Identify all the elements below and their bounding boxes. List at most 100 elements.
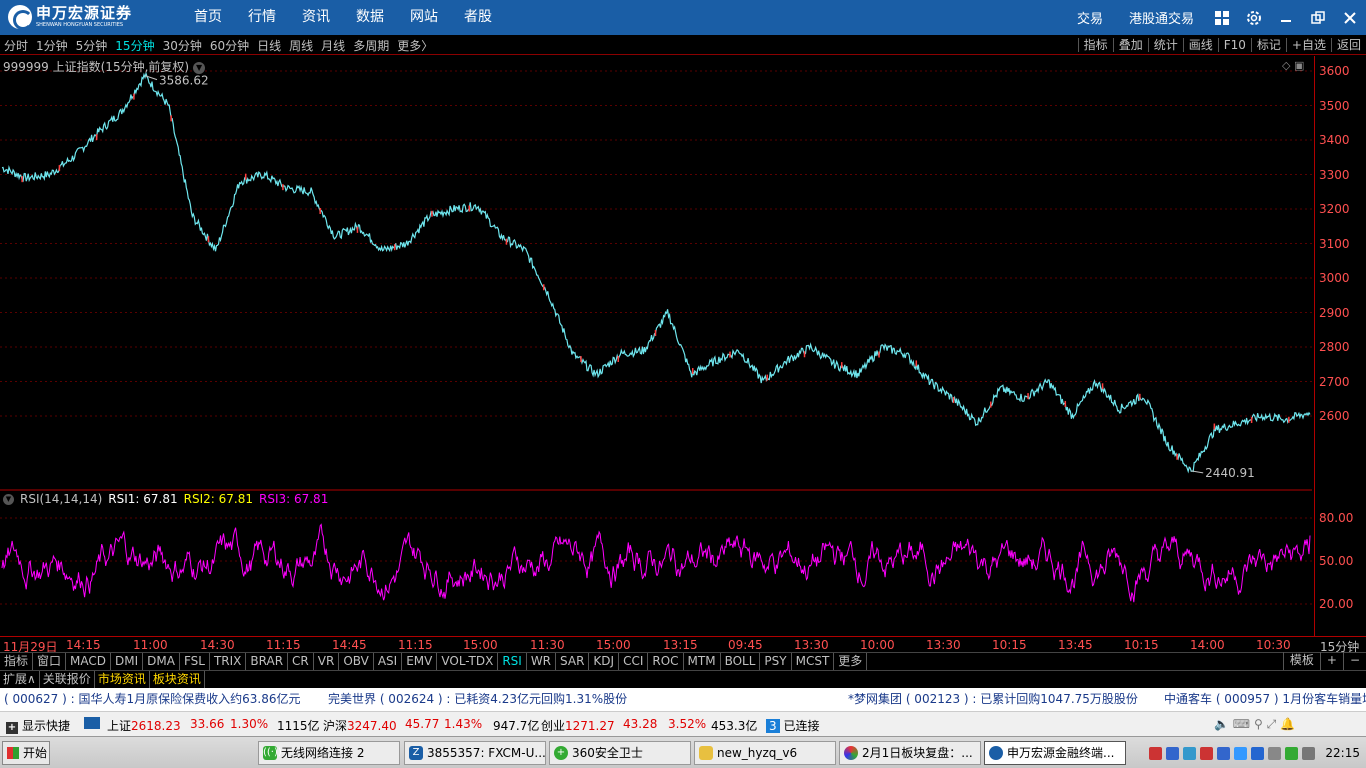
period-tab[interactable]: 周线 — [289, 37, 313, 54]
minimize-icon[interactable] — [1270, 0, 1302, 35]
toolbar-button[interactable]: 指标 — [1077, 38, 1113, 52]
news-item[interactable]: 中通客车 ( 000957 ) 1月份客车销量增 — [1164, 688, 1366, 711]
taskbar-item-terminal[interactable]: 申万宏源金融终端... — [984, 741, 1126, 765]
toolbar-button[interactable]: 画线 — [1182, 38, 1218, 52]
info-tab[interactable]: 关联报价 — [40, 671, 95, 688]
indicator-tab[interactable]: KDJ — [589, 653, 620, 670]
restore-icon[interactable] — [1302, 0, 1334, 35]
hk-trade-link[interactable]: 港股通交易 — [1129, 8, 1194, 27]
price-chart[interactable]: 3586.62 2440.91 999999 上证指数(15分钟,前复权) ▼ ◇ … — [0, 56, 1366, 605]
indicator-tab[interactable]: BRAR — [246, 653, 289, 670]
nav-stocks[interactable]: 者股 — [464, 0, 492, 35]
toolbar-button[interactable]: 返回 — [1330, 38, 1366, 52]
news-item[interactable]: *梦网集团 ( 002123 ) : 已累计回购1047.75万股股份 — [848, 688, 1138, 711]
close-icon[interactable] — [1334, 0, 1366, 35]
shortcut-toggle[interactable]: + 显示快捷 — [6, 717, 70, 734]
indicator-tab[interactable]: PSY — [760, 653, 792, 670]
period-tab[interactable]: 30分钟 — [163, 37, 202, 54]
info-tab[interactable]: 板块资讯 — [150, 671, 205, 688]
taskbar-item-360[interactable]: +360安全卫士 — [549, 741, 691, 765]
period-tab[interactable]: 日线 — [257, 37, 281, 54]
indicator-tab[interactable]: MACD — [66, 653, 112, 670]
news-item[interactable]: 完美世界 ( 002624 ) : 已耗资4.23亿元回购1.31%股份 — [328, 688, 627, 711]
diamond-icon[interactable]: ◇ — [1282, 59, 1290, 72]
toolbar-button[interactable]: 统计 — [1147, 38, 1183, 52]
indicator-tab[interactable]: VOL-TDX — [437, 653, 499, 670]
nav-quotes[interactable]: 行情 — [248, 0, 276, 35]
toolbar-button[interactable]: 标记 — [1250, 38, 1286, 52]
period-tab[interactable]: 多周期 — [353, 37, 389, 54]
window-icon[interactable]: ▣ — [1294, 59, 1304, 72]
tray-icon[interactable] — [1183, 746, 1197, 760]
indicator-control[interactable]: − — [1342, 652, 1366, 670]
info-tab[interactable]: 市场资讯 — [95, 671, 150, 688]
period-tab[interactable]: 5分钟 — [76, 37, 108, 54]
toolbar-button[interactable]: 叠加 — [1112, 38, 1148, 52]
taskbar-item-fxcm[interactable]: Z 3855357: FXCM-U... — [404, 741, 546, 765]
tray-icon[interactable] — [1217, 746, 1231, 760]
connection-status[interactable]: 3 已连接 — [766, 717, 819, 734]
indicator-tab[interactable]: BOLL — [721, 653, 761, 670]
chevron-down-icon[interactable]: ▼ — [3, 493, 14, 505]
period-tab[interactable]: 更多〉 — [397, 37, 433, 54]
tray-icon[interactable] — [1149, 746, 1163, 760]
taskbar-item-wifi[interactable]: ((·)) 无线网络连接 2 — [258, 741, 400, 765]
indicator-tab[interactable]: SAR — [556, 653, 590, 670]
nav-data[interactable]: 数据 — [356, 0, 384, 35]
indicator-tab[interactable]: FSL — [180, 653, 210, 670]
indicator-tab[interactable]: EMV — [402, 653, 438, 670]
indicator-tab[interactable]: TRIX — [210, 653, 247, 670]
taskbar-item-browser[interactable]: 2月1日板块复盘：... — [839, 741, 981, 765]
bluetooth-icon[interactable] — [1251, 746, 1265, 760]
chevron-down-icon[interactable]: ▼ — [193, 61, 206, 74]
network-icon[interactable] — [1285, 746, 1299, 760]
keyboard-icon[interactable]: ⌨ — [1233, 717, 1250, 731]
news-item[interactable]: ( 000627 ) : 国华人寿1月原保险保费收入约63.86亿元 — [4, 688, 300, 711]
speaker-icon[interactable]: 🔈 — [1214, 717, 1229, 731]
nav-news[interactable]: 资讯 — [302, 0, 330, 35]
indicator-tab[interactable]: OBV — [339, 653, 374, 670]
indicator-tab[interactable]: ROC — [648, 653, 684, 670]
indicator-tab[interactable]: 窗口 — [33, 653, 67, 670]
info-tab[interactable]: 扩展∧ — [0, 671, 40, 688]
indicator-tab[interactable]: ASI — [374, 653, 403, 670]
tray-icon[interactable] — [1234, 746, 1248, 760]
trade-link[interactable]: 交易 — [1077, 8, 1103, 27]
grid-icon[interactable] — [1206, 0, 1238, 35]
expand-icon[interactable]: ⤢ — [1267, 717, 1277, 731]
indicator-control[interactable]: 模板 — [1282, 652, 1320, 670]
indicator-tab[interactable]: RSI — [498, 653, 527, 670]
indicator-tab[interactable]: 指标 — [0, 653, 34, 670]
indicator-tab[interactable]: VR — [314, 653, 340, 670]
gear-icon[interactable] — [1238, 0, 1270, 35]
period-tab[interactable]: 月线 — [321, 37, 345, 54]
indicator-tab[interactable]: MCST — [792, 653, 835, 670]
search-icon[interactable]: ⚲ — [1254, 717, 1263, 731]
start-button[interactable]: 开始 — [2, 741, 50, 765]
nav-home[interactable]: 首页 — [194, 0, 222, 35]
tray-icon[interactable] — [1302, 746, 1316, 760]
cy-index[interactable]: 创业1271.27 — [541, 717, 615, 734]
indicator-tab[interactable]: WR — [527, 653, 557, 670]
period-tab[interactable]: 分时 — [4, 37, 28, 54]
indicator-tab[interactable]: CR — [288, 653, 314, 670]
indicator-tab[interactable]: MTM — [684, 653, 721, 670]
indicator-tab[interactable]: DMI — [111, 653, 144, 670]
indicator-control[interactable]: + — [1319, 652, 1343, 670]
taskbar-item-folder[interactable]: new_hyzq_v6 — [694, 741, 836, 765]
indicator-tab[interactable]: 更多 — [834, 653, 868, 670]
toolbar-button[interactable]: F10 — [1217, 38, 1251, 52]
indicator-tab[interactable]: DMA — [143, 653, 180, 670]
sz-index[interactable]: 沪深3247.40 — [323, 717, 397, 734]
period-tab[interactable]: 1分钟 — [36, 37, 68, 54]
tray-icon[interactable] — [1268, 746, 1282, 760]
indicator-tab[interactable]: CCI — [619, 653, 649, 670]
tray-icon[interactable] — [1200, 746, 1214, 760]
period-tab[interactable]: 60分钟 — [210, 37, 249, 54]
news-ticker[interactable]: ( 000627 ) : 国华人寿1月原保险保费收入约63.86亿元 完美世界 … — [0, 688, 1366, 711]
toolbar-button[interactable]: +自选 — [1285, 38, 1331, 52]
sh-index[interactable]: 上证2618.23 — [107, 717, 181, 734]
tray-icon[interactable] — [1166, 746, 1180, 760]
bell-icon[interactable]: 🔔 — [1280, 717, 1295, 731]
period-tab[interactable]: 15分钟 — [115, 37, 154, 54]
